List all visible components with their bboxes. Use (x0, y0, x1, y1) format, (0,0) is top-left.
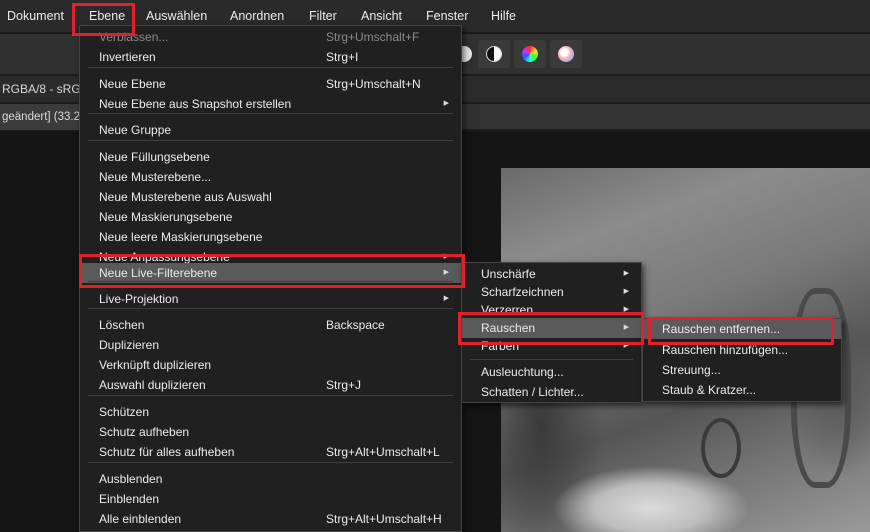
layer-menu-item-auswahl-duplizieren[interactable]: Auswahl duplizieren Strg+J (80, 375, 461, 395)
layer-menu-item-live-projektion[interactable]: Live-Projektion ▶ (80, 289, 461, 309)
menu-item-label: Verknüpft duplizieren (99, 358, 212, 372)
menu-item-label: Neue Ebene (99, 77, 166, 91)
menu-item-label: Neue Maskierungsebene (99, 210, 233, 224)
menu-item-label: Neue Musterebene... (99, 170, 212, 184)
menu-item-label: Auswahl duplizieren (99, 378, 206, 392)
menu-item-label: Neue Füllungsebene (99, 150, 210, 164)
image-detail (701, 418, 741, 478)
menu-separator (88, 308, 453, 309)
menu-hilfe[interactable]: Hilfe (491, 0, 516, 33)
document-tab[interactable]: geändert] (33.2%) (0, 104, 94, 130)
menu-item-label: Scharfzeichnen (481, 285, 564, 299)
layer-menu-item-neue-ebene[interactable]: Neue Ebene Strg+Umschalt+N (80, 74, 461, 94)
noise-menu-item-staub-kratzer[interactable]: Staub & Kratzer... (643, 380, 841, 400)
white-balance-button[interactable] (550, 40, 582, 68)
highlight-box-rauschen-entfernen (648, 317, 834, 345)
menu-item-label: Löschen (99, 318, 145, 332)
layer-menu-item-neue-leere-maskierungsebene[interactable]: Neue leere Maskierungsebene (80, 227, 461, 247)
hsl-button[interactable] (514, 40, 546, 68)
menu-separator (88, 140, 453, 141)
layer-menu-item-neue-fuellungsebene[interactable]: Neue Füllungsebene (80, 147, 461, 167)
menu-separator (470, 359, 633, 360)
menu-item-label: Neue Ebene aus Snapshot erstellen (99, 97, 292, 111)
menu-item-shortcut: Strg+Umschalt+F (326, 30, 420, 44)
menu-item-label: Neue leere Maskierungsebene (99, 230, 263, 244)
menu-item-shortcut: Strg+Alt+Umschalt+L (326, 445, 440, 459)
menu-item-label: Ausleuchtung... (481, 365, 564, 379)
menu-item-label: Schützen (99, 405, 150, 419)
layer-menu-item-schuetzen[interactable]: Schützen (80, 402, 461, 422)
menu-item-shortcut: Strg+J (326, 378, 362, 392)
filter-menu-item-scharfzeichnen[interactable]: Scharfzeichnen ▶ (462, 282, 641, 302)
layer-menu-item-neue-musterebene[interactable]: Neue Musterebene... (80, 167, 461, 187)
menu-item-label: Duplizieren (99, 338, 160, 352)
menu-item-shortcut: Strg+Umschalt+N (326, 77, 421, 91)
menu-item-label: Schutz für alles aufheben (99, 445, 235, 459)
layer-menu-item-einblenden[interactable]: Einblenden (80, 489, 461, 509)
menu-item-shortcut: Backspace (326, 318, 385, 332)
menu-separator (88, 462, 453, 463)
layer-menu-item-neue-gruppe[interactable]: Neue Gruppe (80, 120, 461, 140)
menu-item-label: Ausblenden (99, 472, 163, 486)
contrast-icon (486, 46, 502, 62)
white-balance-icon (558, 46, 574, 62)
layer-menu-item-neue-maskierungsebene[interactable]: Neue Maskierungsebene (80, 207, 461, 227)
menu-item-label: Schutz aufheben (99, 425, 190, 439)
filter-menu-item-schatten-lichter[interactable]: Schatten / Lichter... (462, 382, 641, 402)
layer-menu-item-schutz-aufheben[interactable]: Schutz aufheben (80, 422, 461, 442)
menu-separator (88, 67, 453, 68)
chevron-right-icon: ▶ (443, 100, 449, 107)
layer-menu-item-loeschen[interactable]: Löschen Backspace (80, 315, 461, 335)
menu-item-label: Schatten / Lichter... (481, 385, 584, 399)
layer-menu-item-neue-musterebene-aus-auswahl[interactable]: Neue Musterebene aus Auswahl (80, 187, 461, 207)
contrast-button[interactable] (478, 40, 510, 68)
noise-menu-item-streuung[interactable]: Streuung... (643, 360, 841, 380)
menu-separator (88, 395, 453, 396)
menu-item-shortcut: Strg+I (326, 50, 359, 64)
layer-menu-item-duplizieren[interactable]: Duplizieren (80, 335, 461, 355)
chevron-right-icon: ▶ (623, 270, 629, 277)
menu-item-label: Neue Musterebene aus Auswahl (99, 190, 272, 204)
filter-menu-item-ausleuchtung[interactable]: Ausleuchtung... (462, 362, 641, 382)
menu-item-label: Neue Gruppe (99, 123, 172, 137)
layer-menu-item-schutz-fuer-alles-aufheben[interactable]: Schutz für alles aufheben Strg+Alt+Umscha… (80, 442, 461, 462)
chevron-right-icon: ▶ (443, 295, 449, 302)
layer-menu-item-ausblenden[interactable]: Ausblenden (80, 469, 461, 489)
color-format-label: RGBA/8 - sRGB (2, 82, 89, 96)
menu-item-label: Staub & Kratzer... (662, 383, 757, 397)
filter-menu-item-unschaerfe[interactable]: Unschärfe ▶ (462, 264, 641, 284)
menu-item-label: Unschärfe (481, 267, 536, 281)
menu-item-label: Alle einblenden (99, 512, 182, 526)
color-wheel-icon (522, 46, 538, 62)
menu-item-label: Live-Projektion (99, 292, 179, 306)
layer-menu-item-invertieren[interactable]: Invertieren Strg+I (80, 47, 461, 67)
menu-item-label: Einblenden (99, 492, 160, 506)
menu-separator (88, 113, 453, 114)
layer-menu-item-alle-einblenden[interactable]: Alle einblenden Strg+Alt+Umschalt+H (80, 509, 461, 529)
highlight-box-live-filter (79, 254, 465, 288)
highlight-box-rauschen (458, 312, 644, 345)
layer-menu-item-verknuepft-duplizieren[interactable]: Verknüpft duplizieren (80, 355, 461, 375)
menu-item-label: Invertieren (99, 50, 156, 64)
menu-item-shortcut: Strg+Alt+Umschalt+H (326, 512, 442, 526)
menu-dokument[interactable]: Dokument (7, 0, 64, 33)
layer-menu-item-neue-ebene-aus-snapshot-erstellen[interactable]: Neue Ebene aus Snapshot erstellen ▶ (80, 94, 461, 114)
chevron-right-icon: ▶ (623, 288, 629, 295)
layer-menu-item-verblassen[interactable]: Verblassen... Strg+Umschalt+F (80, 27, 461, 47)
highlight-box-ebene (72, 3, 135, 36)
menu-item-label: Streuung... (662, 363, 721, 377)
